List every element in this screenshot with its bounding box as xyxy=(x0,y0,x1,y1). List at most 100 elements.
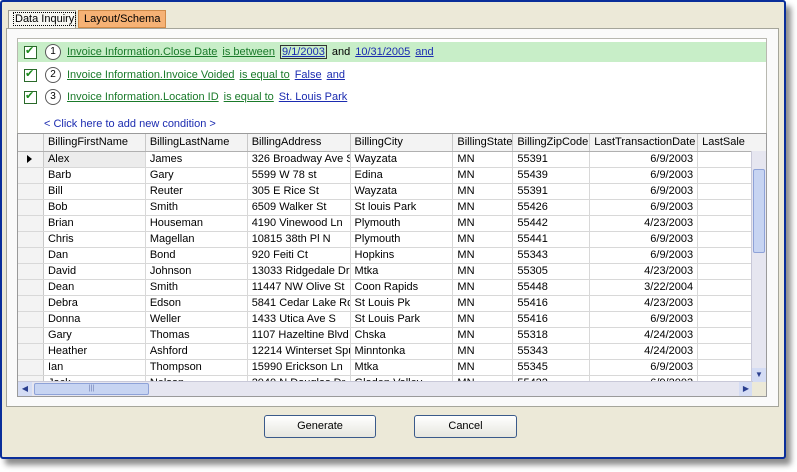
vertical-scroll-thumb[interactable] xyxy=(753,169,765,253)
row-pointer-icon[interactable] xyxy=(18,152,44,167)
table-cell[interactable]: 6509 Walker St xyxy=(248,200,351,215)
vertical-scrollbar[interactable]: ▼ xyxy=(751,151,766,382)
table-cell[interactable]: 4/23/2003 xyxy=(590,264,699,279)
row-indicator[interactable] xyxy=(18,200,44,215)
table-cell[interactable]: Mtka xyxy=(351,264,454,279)
table-cell[interactable]: 55391 xyxy=(513,152,591,167)
condition-operator[interactable]: is equal to xyxy=(224,91,274,103)
table-cell[interactable]: Smith xyxy=(146,200,248,215)
row-indicator[interactable] xyxy=(18,264,44,279)
table-cell[interactable]: 55305 xyxy=(513,264,591,279)
table-row[interactable]: Dean Smith 11447 NW Olive St Coon Rapids MN 5… xyxy=(18,280,766,296)
condition-value[interactable]: False xyxy=(295,69,322,81)
table-cell[interactable]: Barb xyxy=(44,168,146,183)
row-indicator[interactable] xyxy=(18,328,44,343)
table-cell[interactable]: 55416 xyxy=(513,312,591,327)
table-cell[interactable]: Edina xyxy=(351,168,454,183)
table-cell[interactable]: Weller xyxy=(146,312,248,327)
table-cell[interactable]: 4/24/2003 xyxy=(590,328,699,343)
table-cell[interactable]: St Louis Pk xyxy=(351,296,454,311)
table-row[interactable]: Chris Magellan 10815 38th Pl N Plymouth MN 55… xyxy=(18,232,766,248)
generate-button[interactable]: Generate xyxy=(264,415,376,438)
table-cell[interactable]: 305 E Rice St xyxy=(248,184,351,199)
table-cell[interactable]: Chris xyxy=(44,232,146,247)
checkbox-icon[interactable] xyxy=(24,89,37,104)
table-cell[interactable]: 55441 xyxy=(513,232,591,247)
add-condition-link[interactable]: < Click here to add new condition > xyxy=(44,118,216,130)
table-cell[interactable]: Donna xyxy=(44,312,146,327)
condition-field[interactable]: Invoice Information.Invoice Voided xyxy=(67,69,235,81)
results-grid[interactable]: BillingFirstName BillingLastName Billing… xyxy=(17,133,767,397)
table-cell[interactable]: 15990 Erickson Ln xyxy=(248,360,351,375)
table-cell[interactable]: Brian xyxy=(44,216,146,231)
table-cell[interactable]: 55426 xyxy=(513,200,591,215)
table-cell[interactable]: Magellan xyxy=(146,232,248,247)
table-cell[interactable]: Dean xyxy=(44,280,146,295)
table-row[interactable]: Barb Gary 5599 W 78 st Edina MN 55439 6/9/2003 xyxy=(18,168,766,184)
table-cell[interactable]: Smith xyxy=(146,280,248,295)
table-cell[interactable]: Ashford xyxy=(146,344,248,359)
table-cell[interactable]: 55391 xyxy=(513,184,591,199)
table-cell[interactable]: Mtka xyxy=(351,360,454,375)
table-cell[interactable]: MN xyxy=(453,232,514,247)
condition-logic[interactable]: and xyxy=(327,69,345,81)
table-cell[interactable]: Minntonka xyxy=(351,344,454,359)
column-header[interactable]: BillingCity xyxy=(351,134,454,151)
table-cell[interactable]: Bill xyxy=(44,184,146,199)
table-cell[interactable]: 12214 Winterset Spur xyxy=(248,344,351,359)
scroll-down-icon[interactable]: ▼ xyxy=(752,368,766,382)
table-cell[interactable]: 10815 38th Pl N xyxy=(248,232,351,247)
table-row[interactable]: Dan Bond 920 Feiti Ct Hopkins MN 55343 6/9/200… xyxy=(18,248,766,264)
checkbox-icon[interactable] xyxy=(24,44,37,59)
table-cell[interactable]: MN xyxy=(453,200,514,215)
table-cell[interactable]: 4/24/2003 xyxy=(590,344,699,359)
scroll-left-icon[interactable]: ◀ xyxy=(18,382,32,396)
condition-value[interactable]: 9/1/2003 xyxy=(280,45,327,59)
row-indicator[interactable] xyxy=(18,296,44,311)
scroll-right-icon[interactable]: ▶ xyxy=(739,382,753,396)
row-indicator[interactable] xyxy=(18,360,44,375)
condition-logic[interactable]: and xyxy=(415,46,433,58)
table-cell[interactable]: 6/9/2003 xyxy=(590,360,699,375)
table-cell[interactable]: MN xyxy=(453,296,514,311)
table-cell[interactable]: MN xyxy=(453,280,514,295)
tab-data-inquiry[interactable]: Data Inquiry xyxy=(8,10,77,28)
condition-row-2[interactable]: 2 Invoice Information.Invoice Voided is … xyxy=(18,65,766,85)
table-cell[interactable]: 6/9/2003 xyxy=(590,200,699,215)
column-header[interactable]: BillingLastName xyxy=(146,134,248,151)
table-cell[interactable]: 1107 Hazeltine Blvd xyxy=(248,328,351,343)
row-indicator[interactable] xyxy=(18,168,44,183)
table-cell[interactable]: Bob xyxy=(44,200,146,215)
table-cell[interactable]: 3/22/2004 xyxy=(590,280,699,295)
table-cell[interactable]: 1433 Utica Ave S xyxy=(248,312,351,327)
horizontal-scroll-thumb[interactable]: ||| xyxy=(34,383,149,395)
condition-field[interactable]: Invoice Information.Close Date xyxy=(67,46,217,58)
table-cell[interactable]: David xyxy=(44,264,146,279)
table-row[interactable]: Debra Edson 5841 Cedar Lake Rd St Louis Pk M… xyxy=(18,296,766,312)
cancel-button[interactable]: Cancel xyxy=(414,415,517,438)
table-row[interactable]: Ian Thompson 15990 Erickson Ln Mtka MN 55345 6… xyxy=(18,360,766,376)
checkbox-icon[interactable] xyxy=(24,67,37,82)
table-cell[interactable]: Plymouth xyxy=(351,216,454,231)
table-cell[interactable]: 6/9/2003 xyxy=(590,232,699,247)
table-row[interactable]: Donna Weller 1433 Utica Ave S St Louis Park… xyxy=(18,312,766,328)
table-cell[interactable]: 55343 xyxy=(513,248,591,263)
table-cell[interactable]: Coon Rapids xyxy=(351,280,454,295)
tab-layout-schema[interactable]: Layout/Schema xyxy=(78,10,166,28)
table-cell[interactable]: 55442 xyxy=(513,216,591,231)
condition-value-2[interactable]: 10/31/2005 xyxy=(355,46,410,58)
table-cell[interactable]: Reuter xyxy=(146,184,248,199)
table-row[interactable]: Gary Thomas 1107 Hazeltine Blvd Chska MN 5531… xyxy=(18,328,766,344)
table-cell[interactable]: 6/9/2003 xyxy=(590,152,699,167)
table-cell[interactable]: 6/9/2003 xyxy=(590,248,699,263)
table-cell[interactable]: 13033 Ridgedale Dr xyxy=(248,264,351,279)
condition-value[interactable]: St. Louis Park xyxy=(279,91,347,103)
row-indicator[interactable] xyxy=(18,248,44,263)
table-cell[interactable]: 4/23/2003 xyxy=(590,216,699,231)
table-cell[interactable]: 4/23/2003 xyxy=(590,296,699,311)
table-cell[interactable]: Debra xyxy=(44,296,146,311)
table-cell[interactable]: MN xyxy=(453,152,514,167)
table-cell[interactable]: Thomas xyxy=(146,328,248,343)
row-indicator[interactable] xyxy=(18,232,44,247)
table-cell[interactable]: James xyxy=(146,152,248,167)
